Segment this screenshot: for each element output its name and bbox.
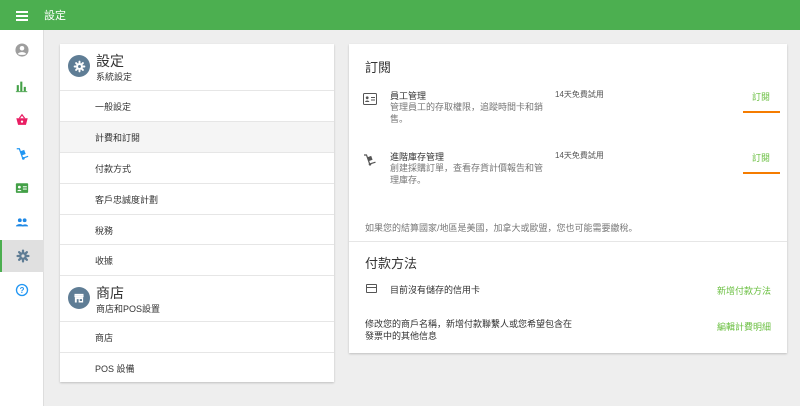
settings-icon xyxy=(16,249,30,263)
hamburger-icon xyxy=(16,10,28,21)
subscription-desc: 管理員工的存取權限，追蹤時間卡和銷售。 xyxy=(390,102,544,124)
account-icon xyxy=(15,43,29,57)
nav-loyalty-program[interactable]: 客戶忠誠度計劃 xyxy=(60,183,334,214)
nav-payment-types[interactable]: 付款方式 xyxy=(60,152,334,183)
subscriptions-title: 訂閱 xyxy=(365,60,392,75)
rail-item-reports[interactable] xyxy=(0,70,44,102)
subscribe-underline xyxy=(743,172,780,174)
subscription-row-employee: 員工管理 管理員工的存取權限，追蹤時間卡和銷售。 14天免費試用 訂閱 xyxy=(349,88,787,138)
subscribe-inventory-button[interactable]: 訂閱 xyxy=(752,151,770,164)
billing-card: 訂閱 員工管理 管理員工的存取權限，追蹤時間卡和銷售。 14天免費試用 訂閱 進… xyxy=(349,44,787,353)
rail-item-sales[interactable] xyxy=(0,104,44,136)
id-card-icon xyxy=(363,93,377,105)
bar-chart-icon xyxy=(15,81,28,93)
section-title: 商店 xyxy=(96,285,124,301)
store-icon xyxy=(68,287,90,309)
subscribe-employee-button[interactable]: 訂閱 xyxy=(752,90,770,103)
nav-billing-subscriptions[interactable]: 計費和訂閱 xyxy=(60,121,334,152)
dolly-icon xyxy=(364,154,376,166)
store-settings-header: 商店 商店和POS設置 xyxy=(60,275,334,321)
svg-text:?: ? xyxy=(20,286,25,295)
page-title: 設定 xyxy=(44,10,66,22)
edit-billing-details-link[interactable]: 編輯計費明細 xyxy=(717,320,771,333)
nav-general-settings[interactable]: 一般設定 xyxy=(60,90,334,121)
nav-receipts[interactable]: 收據 xyxy=(60,244,334,275)
add-payment-method-link[interactable]: 新增付款方法 xyxy=(717,284,771,297)
rail-item-help[interactable]: ? xyxy=(0,274,44,306)
credit-card-icon xyxy=(366,284,377,293)
nav-pos-devices[interactable]: POS 設備 xyxy=(60,352,334,383)
trial-label: 14天免費試用 xyxy=(555,151,604,160)
people-icon xyxy=(15,218,29,227)
section-title: 設定 xyxy=(96,53,124,69)
subscribe-underline xyxy=(743,111,780,113)
section-subtitle: 系統設定 xyxy=(96,72,133,82)
system-settings-header: 設定 系統設定 xyxy=(60,44,334,90)
nav-rail: ? xyxy=(0,30,44,406)
billing-details-note: 修改您的商戶名稱，新增付款聯繫人或您希望包含在發票中的其他信息 xyxy=(365,319,573,341)
rail-item-employees[interactable] xyxy=(0,172,44,204)
rail-item-account[interactable] xyxy=(0,34,44,66)
top-app-bar: 設定 xyxy=(0,0,800,30)
section-subtitle: 商店和POS設置 xyxy=(96,304,161,314)
rail-item-settings[interactable] xyxy=(0,240,44,272)
divider xyxy=(349,241,787,242)
trial-label: 14天免費試用 xyxy=(555,90,604,99)
no-card-text: 目前沒有儲存的信用卡 xyxy=(390,285,481,295)
subscription-desc: 創建採購訂單，查看存貨計價報告和管理庫存。 xyxy=(390,163,544,185)
tax-note: 如果您的結算國家/地區是美國，加拿大或歐盟，您也可能需要繳稅。 xyxy=(365,223,638,233)
nav-stores[interactable]: 商店 xyxy=(60,321,334,352)
rail-item-customers[interactable] xyxy=(0,206,44,238)
rail-item-inventory[interactable] xyxy=(0,138,44,170)
settings-menu-card: 設定 系統設定 一般設定 計費和訂閱 付款方式 客戶忠誠度計劃 稅務 收據 商店… xyxy=(60,44,334,382)
id-card-icon xyxy=(15,183,29,193)
settings-icon xyxy=(68,55,90,77)
basket-icon xyxy=(16,113,28,125)
nav-taxes[interactable]: 稅務 xyxy=(60,214,334,245)
menu-button[interactable] xyxy=(0,0,44,30)
payment-method-title: 付款方法 xyxy=(365,256,418,271)
subscription-row-inventory: 進階庫存管理 創建採購訂單，查看存貨計價報告和管理庫存。 14天免費試用 訂閱 xyxy=(349,149,787,199)
help-icon: ? xyxy=(15,283,29,297)
dolly-icon xyxy=(16,148,29,160)
